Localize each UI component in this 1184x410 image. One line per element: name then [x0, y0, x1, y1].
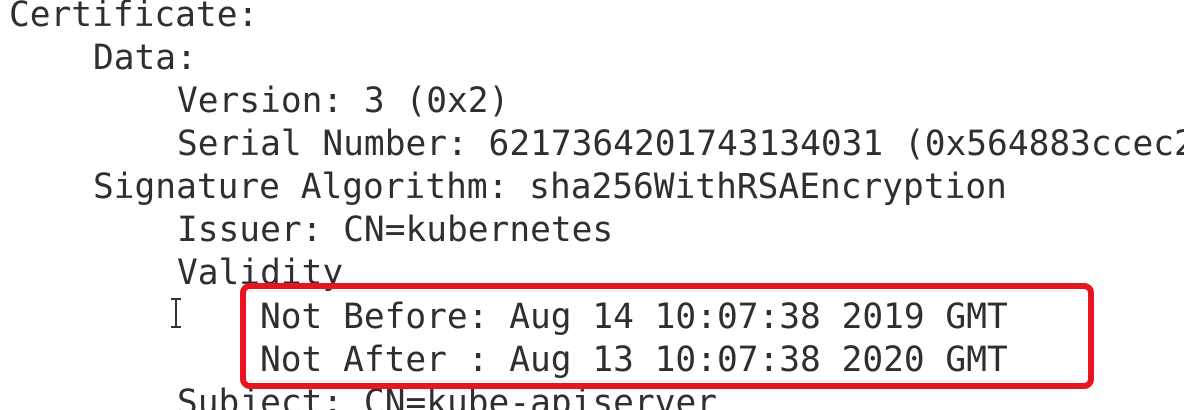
certificate-header: Certificate:	[9, 0, 259, 35]
data-header: Data:	[93, 38, 197, 78]
text-cursor-icon	[171, 298, 181, 328]
version-line: Version: 3 (0x2)	[177, 81, 510, 121]
terminal-output: Certificate: Data: Version: 3 (0x2) Seri…	[0, 0, 1184, 410]
not-after-line: Not After : Aug 13 10:07:38 2020 GMT	[260, 340, 1008, 380]
serial-number-line: Serial Number: 6217364201743134031 (0x56…	[177, 124, 1184, 164]
signature-algorithm-line: Signature Algorithm: sha256WithRSAEncryp…	[93, 167, 1007, 207]
validity-header: Validity	[177, 253, 344, 293]
subject-line: Subject: CN=kube-apiserver	[177, 383, 718, 410]
not-before-line: Not Before: Aug 14 10:07:38 2019 GMT	[260, 297, 1008, 337]
issuer-line: Issuer: CN=kubernetes	[177, 210, 614, 250]
